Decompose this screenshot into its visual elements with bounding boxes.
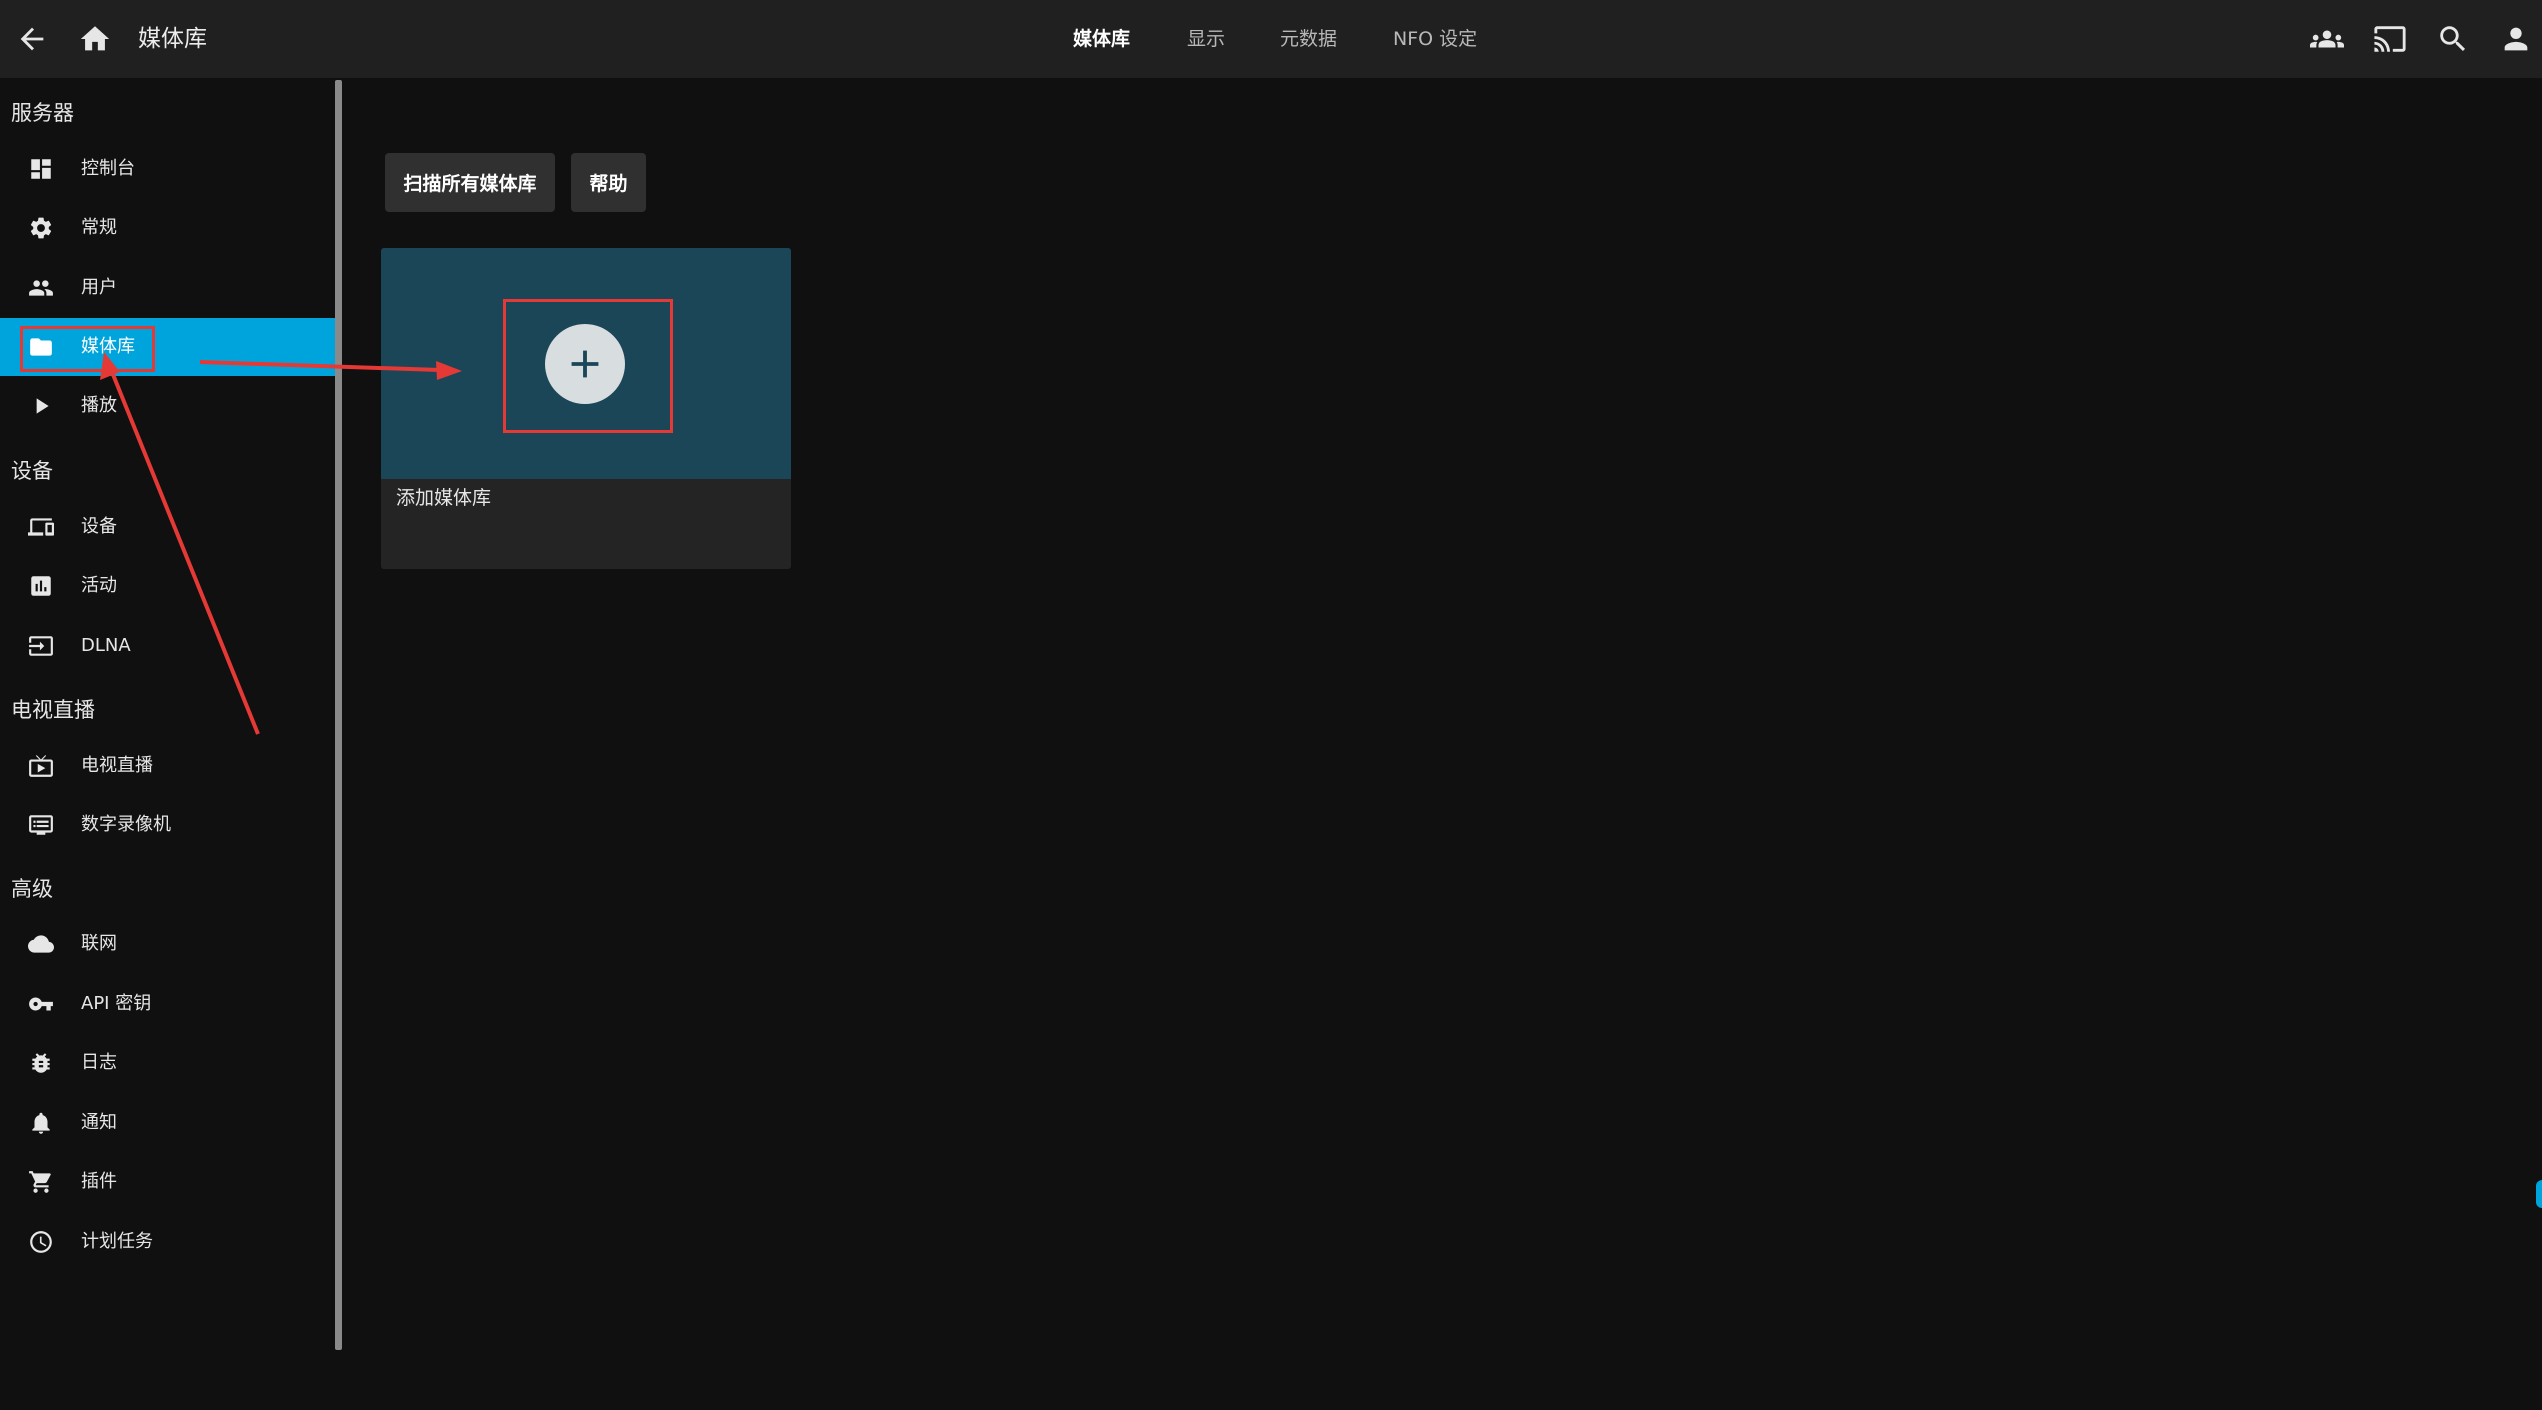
add-library-card-image[interactable] bbox=[381, 248, 791, 479]
sidebar-item-label: 计划任务 bbox=[81, 1231, 153, 1252]
add-library-card-label: 添加媒体库 bbox=[396, 487, 492, 509]
devices-icon bbox=[26, 512, 56, 542]
tab-libraries[interactable]: 媒体库 bbox=[1073, 25, 1130, 53]
gear-icon bbox=[26, 213, 56, 243]
sidebar-item-label: 通知 bbox=[81, 1112, 117, 1133]
sidebar-item-activity[interactable]: 活动 bbox=[0, 557, 336, 615]
sidebar-item-label: API 密钥 bbox=[81, 993, 152, 1014]
key-icon bbox=[26, 989, 56, 1019]
cast-icon[interactable] bbox=[2371, 20, 2409, 58]
header-tabs: 媒体库 显示 元数据 NFO 设定 bbox=[0, 0, 2542, 78]
sidebar-item-dvr[interactable]: 数字录像机 bbox=[0, 796, 336, 854]
sidebar-item-label: 联网 bbox=[81, 933, 117, 954]
sidebar-item-scheduled-tasks[interactable]: 计划任务 bbox=[0, 1213, 336, 1271]
app-header: 媒体库 媒体库 显示 元数据 NFO 设定 bbox=[0, 0, 2542, 78]
tab-nfo-settings[interactable]: NFO 设定 bbox=[1393, 25, 1477, 53]
scan-all-libraries-button[interactable]: 扫描所有媒体库 bbox=[385, 153, 555, 212]
sidebar-item-libraries[interactable]: 媒体库 bbox=[0, 318, 336, 376]
people-icon bbox=[26, 273, 56, 303]
tab-metadata[interactable]: 元数据 bbox=[1280, 25, 1337, 53]
add-circle-icon[interactable] bbox=[545, 324, 625, 404]
bug-icon bbox=[26, 1048, 56, 1078]
cloud-icon bbox=[26, 929, 56, 959]
users-group-icon[interactable] bbox=[2308, 20, 2346, 58]
sidebar-item-dlna[interactable]: DLNA bbox=[0, 617, 336, 675]
sidebar-item-networking[interactable]: 联网 bbox=[0, 915, 336, 973]
add-library-card[interactable]: 添加媒体库 bbox=[381, 248, 791, 569]
search-icon[interactable] bbox=[2434, 20, 2472, 58]
section-header-live-tv: 电视直播 bbox=[11, 698, 95, 722]
section-header-server: 服务器 bbox=[11, 101, 74, 125]
user-icon[interactable] bbox=[2497, 20, 2535, 58]
sidebar-item-users[interactable]: 用户 bbox=[0, 259, 336, 317]
sidebar-item-devices[interactable]: 设备 bbox=[0, 498, 336, 556]
sidebar-item-label: 控制台 bbox=[81, 158, 135, 179]
sidebar: 服务器 控制台 常规 用户 媒体库 播放 设备 设备 活动 DLNA 电视直播 … bbox=[0, 78, 336, 1410]
live-tv-icon bbox=[26, 751, 56, 781]
sidebar-item-live-tv[interactable]: 电视直播 bbox=[0, 737, 336, 795]
sidebar-item-label: 电视直播 bbox=[81, 755, 153, 776]
sidebar-item-playback[interactable]: 播放 bbox=[0, 377, 336, 435]
input-icon bbox=[26, 631, 56, 661]
sidebar-item-label: 插件 bbox=[81, 1171, 117, 1192]
sidebar-item-label: 媒体库 bbox=[81, 336, 135, 357]
sidebar-item-dashboard[interactable]: 控制台 bbox=[0, 140, 336, 198]
sidebar-item-label: 用户 bbox=[81, 277, 117, 298]
folder-icon bbox=[26, 332, 56, 362]
sidebar-item-label: DLNA bbox=[81, 635, 131, 656]
cart-icon bbox=[26, 1167, 56, 1197]
activity-chart-icon bbox=[26, 571, 56, 601]
section-header-devices: 设备 bbox=[11, 459, 53, 483]
dvr-icon bbox=[26, 810, 56, 840]
sidebar-item-label: 数字录像机 bbox=[81, 814, 171, 835]
clock-icon bbox=[26, 1227, 56, 1257]
sidebar-item-general[interactable]: 常规 bbox=[0, 199, 336, 257]
sidebar-item-label: 常规 bbox=[81, 217, 117, 238]
help-button[interactable]: 帮助 bbox=[571, 153, 646, 212]
edge-indicator bbox=[2536, 1180, 2542, 1208]
sidebar-scrollbar[interactable] bbox=[335, 80, 342, 1350]
dashboard-icon bbox=[26, 154, 56, 184]
sidebar-item-label: 活动 bbox=[81, 575, 117, 596]
sidebar-item-label: 播放 bbox=[81, 395, 117, 416]
tab-display[interactable]: 显示 bbox=[1187, 25, 1225, 53]
section-header-advanced: 高级 bbox=[11, 877, 53, 901]
sidebar-item-logs[interactable]: 日志 bbox=[0, 1034, 336, 1092]
bell-icon bbox=[26, 1108, 56, 1138]
sidebar-item-notifications[interactable]: 通知 bbox=[0, 1094, 336, 1152]
play-icon bbox=[26, 391, 56, 421]
sidebar-item-label: 设备 bbox=[81, 516, 117, 537]
sidebar-item-plugins[interactable]: 插件 bbox=[0, 1153, 336, 1211]
sidebar-item-api-keys[interactable]: API 密钥 bbox=[0, 975, 336, 1033]
sidebar-item-label: 日志 bbox=[81, 1052, 117, 1073]
annotation-arrows bbox=[100, 352, 462, 735]
